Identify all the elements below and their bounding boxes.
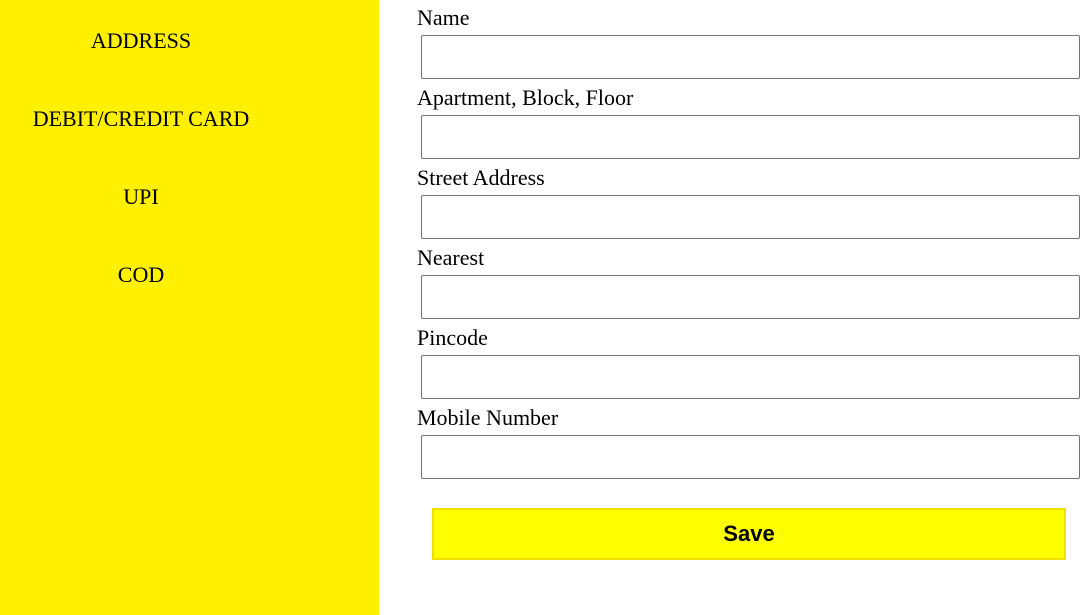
street-address-label: Street Address bbox=[417, 165, 545, 190]
sidebar-item-debit-credit-card[interactable]: DEBIT/CREDIT CARD bbox=[0, 106, 282, 132]
nearest-input[interactable] bbox=[421, 275, 1080, 319]
nearest-field-group: Nearest bbox=[417, 240, 1082, 320]
apartment-input[interactable] bbox=[421, 115, 1080, 159]
nearest-label: Nearest bbox=[417, 245, 485, 270]
street-address-input[interactable] bbox=[421, 195, 1080, 239]
pincode-label: Pincode bbox=[417, 325, 488, 350]
mobile-number-field-group: Mobile Number bbox=[417, 400, 1082, 480]
sidebar-item-address[interactable]: ADDRESS bbox=[0, 28, 282, 54]
sidebar-item-upi[interactable]: UPI bbox=[0, 184, 282, 210]
name-field-group: Name bbox=[417, 0, 1082, 80]
save-button[interactable]: Save bbox=[432, 508, 1066, 560]
name-label: Name bbox=[417, 5, 470, 30]
name-input[interactable] bbox=[421, 35, 1080, 79]
mobile-number-label: Mobile Number bbox=[417, 405, 559, 430]
address-form: Name Apartment, Block, Floor Street Addr… bbox=[417, 0, 1082, 480]
sidebar: ADDRESS DEBIT/CREDIT CARD UPI COD bbox=[0, 0, 379, 615]
sidebar-item-cod[interactable]: COD bbox=[0, 262, 282, 288]
pincode-field-group: Pincode bbox=[417, 320, 1082, 400]
pincode-input[interactable] bbox=[421, 355, 1080, 399]
mobile-number-input[interactable] bbox=[421, 435, 1080, 479]
apartment-label: Apartment, Block, Floor bbox=[417, 85, 634, 110]
street-address-field-group: Street Address bbox=[417, 160, 1082, 240]
apartment-field-group: Apartment, Block, Floor bbox=[417, 80, 1082, 160]
